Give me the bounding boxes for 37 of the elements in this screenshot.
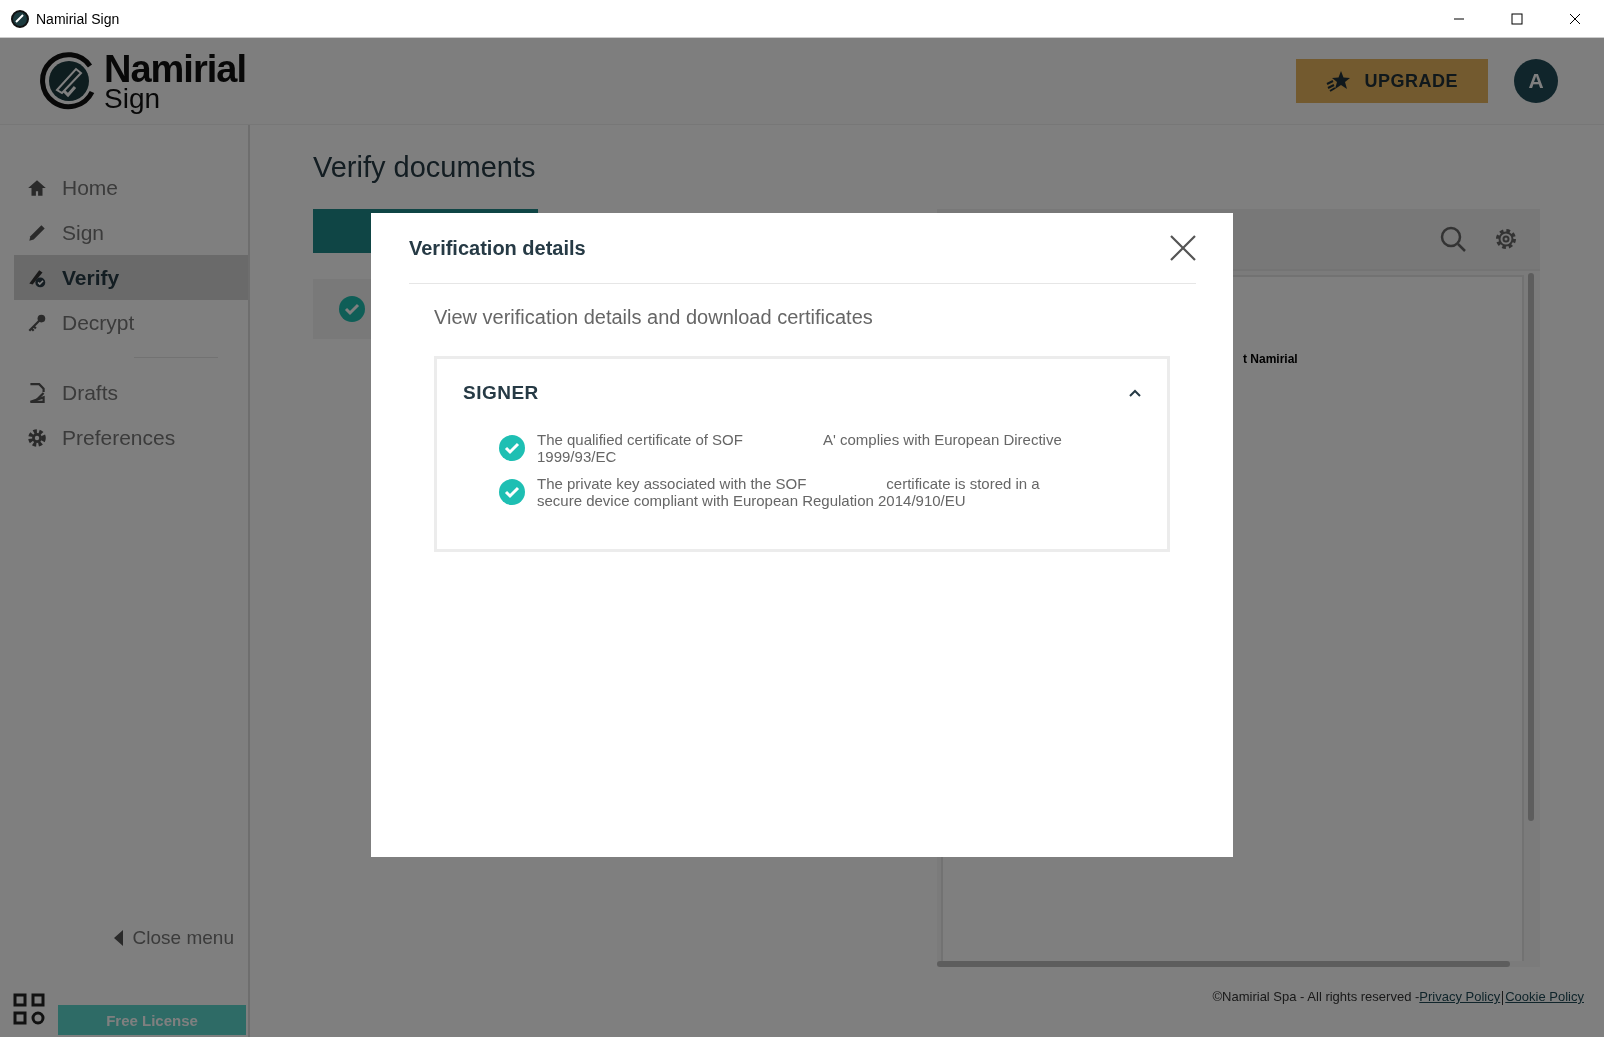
document-text: t Namirial — [1243, 352, 1298, 366]
check-circle-icon — [499, 479, 525, 505]
sidebar-item[interactable]: Home — [14, 165, 248, 210]
dialog-subtitle: View verification details and download certificates — [434, 306, 874, 329]
sidebar-item[interactable]: Verify — [14, 255, 248, 300]
footer-link[interactable]: Cookie Policy — [1505, 989, 1584, 1004]
sidebar-item[interactable]: Drafts — [14, 370, 248, 415]
apps-grid-icon[interactable] — [13, 993, 45, 1025]
copyright-text: ©Namirial Spa - All rights reserved - — [1212, 989, 1420, 1005]
close-icon — [1569, 12, 1581, 25]
close-icon[interactable] — [1170, 235, 1196, 261]
dialog-title: Verification details — [409, 236, 587, 260]
horizontal-scrollbar[interactable] — [937, 961, 1510, 967]
footer-link[interactable]: Privacy Policy — [1419, 989, 1501, 1004]
sidebar-item[interactable]: Sign — [14, 210, 248, 255]
section-title: SIGNER — [463, 382, 540, 404]
check-text: The qualified certificate of SOF A' complies with European Directive 1999/93/EC — [537, 431, 1063, 465]
caret-left-icon — [113, 930, 123, 946]
license-bar: Free License — [58, 1005, 246, 1035]
shooting-star-icon — [1326, 70, 1351, 92]
close-menu-link[interactable]: Close menu — [113, 927, 234, 949]
vertical-scrollbar[interactable] — [1528, 273, 1534, 821]
settings-icon[interactable] — [1494, 227, 1518, 251]
signer-header[interactable]: SIGNER — [437, 359, 1167, 427]
page-title: Verify documents — [313, 150, 537, 185]
sidebar-item[interactable]: Preferences — [14, 415, 248, 460]
check-circle-icon — [499, 435, 525, 461]
upgrade-button[interactable]: UPGRADE — [1296, 59, 1488, 103]
app-logo-icon — [10, 8, 30, 29]
search-icon[interactable] — [1440, 226, 1466, 252]
user-avatar[interactable]: A — [1514, 59, 1558, 103]
gear-icon — [26, 426, 48, 449]
check-text: The private key associated with the SOF certificate is stored in a secure device compliant with European Regulation 2014/910/EU — [537, 475, 1041, 509]
sidebar-item[interactable]: Decrypt — [14, 300, 248, 345]
window-title: Namirial Sign — [36, 10, 120, 27]
check-circle-icon — [339, 296, 365, 322]
maximize-icon — [1511, 12, 1523, 25]
